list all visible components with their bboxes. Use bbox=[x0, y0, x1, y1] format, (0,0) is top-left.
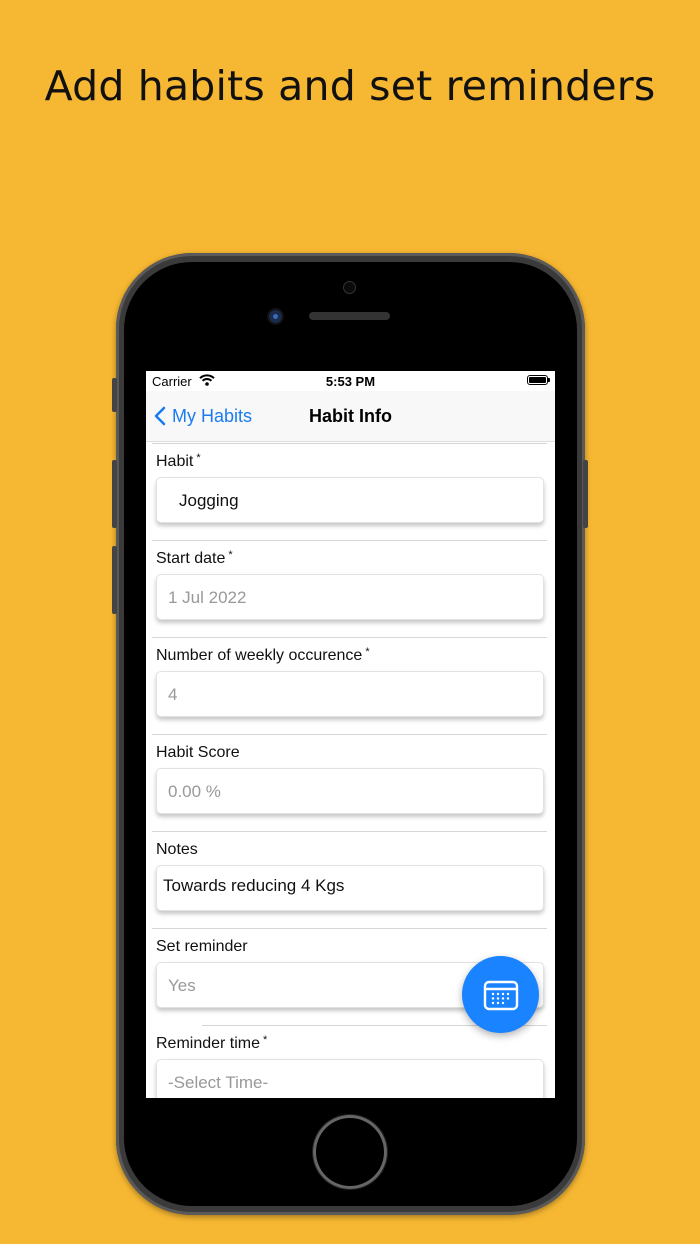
habit-input[interactable]: Jogging bbox=[156, 477, 544, 523]
field-label: Start date * bbox=[156, 549, 233, 567]
field-divider bbox=[152, 443, 547, 444]
field-start-date: Start date * 1 Jul 2022 bbox=[146, 540, 555, 637]
home-button[interactable] bbox=[313, 1115, 387, 1189]
required-marker: * bbox=[365, 646, 370, 658]
field-divider bbox=[152, 928, 547, 929]
field-reminder-time: Reminder time * -Select Time- bbox=[146, 1025, 555, 1098]
habit-score-input: 0.00 % bbox=[156, 768, 544, 814]
required-marker: * bbox=[196, 452, 201, 464]
battery-icon bbox=[527, 375, 550, 385]
required-marker: * bbox=[263, 1034, 268, 1046]
field-label: Habit Score bbox=[156, 744, 240, 761]
front-camera bbox=[269, 310, 282, 323]
status-time: 5:53 PM bbox=[325, 374, 376, 389]
mute-switch bbox=[112, 378, 117, 412]
earpiece-speaker bbox=[309, 312, 390, 320]
calendar-icon bbox=[483, 980, 518, 1010]
navigation-bar: My Habits Habit Info bbox=[146, 391, 555, 442]
field-label: Notes bbox=[156, 841, 198, 858]
field-divider bbox=[152, 540, 547, 541]
volume-down-button bbox=[112, 546, 117, 614]
field-divider bbox=[152, 637, 547, 638]
reminder-time-select[interactable]: -Select Time- bbox=[156, 1059, 544, 1098]
status-bar: Carrier 5:53 PM bbox=[146, 371, 555, 391]
field-notes: Notes Towards reducing 4 Kgs bbox=[146, 831, 555, 928]
field-label: Habit * bbox=[156, 452, 201, 470]
sensor-dot bbox=[343, 281, 356, 294]
page-title: Habit Info bbox=[309, 406, 392, 426]
field-label: Set reminder bbox=[156, 938, 248, 955]
field-label: Number of weekly occurence * bbox=[156, 646, 370, 664]
field-weekly-occurence: Number of weekly occurence * 4 bbox=[146, 637, 555, 734]
calendar-fab-button[interactable] bbox=[462, 956, 539, 1033]
start-date-input[interactable]: 1 Jul 2022 bbox=[156, 574, 544, 620]
power-button bbox=[583, 460, 588, 528]
field-label: Reminder time * bbox=[156, 1034, 268, 1052]
weekly-occurence-input[interactable]: 4 bbox=[156, 671, 544, 717]
headline: Add habits and set reminders bbox=[44, 62, 656, 110]
required-marker: * bbox=[228, 549, 233, 561]
notes-input[interactable]: Towards reducing 4 Kgs bbox=[156, 865, 544, 911]
field-habit: Habit * Jogging bbox=[146, 443, 555, 540]
field-divider bbox=[152, 734, 547, 735]
field-habit-score: Habit Score 0.00 % bbox=[146, 734, 555, 831]
volume-up-button bbox=[112, 460, 117, 528]
field-divider bbox=[152, 831, 547, 832]
